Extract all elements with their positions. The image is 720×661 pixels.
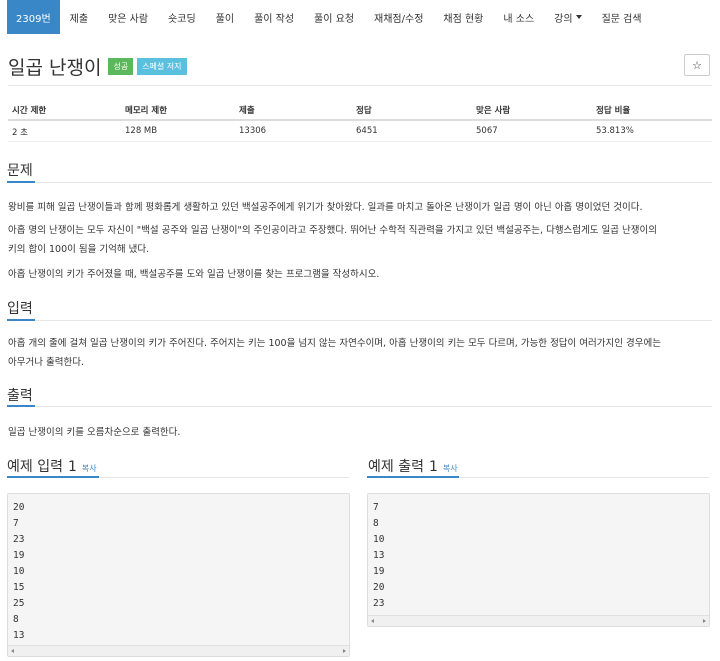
sample-output-box[interactable]: 7 8 10 13 19 20 23 bbox=[367, 493, 710, 627]
output-paragraph-1: 일곱 난쟁이의 키를 오름차순으로 출력한다. bbox=[8, 427, 181, 438]
output-heading-line bbox=[8, 406, 712, 407]
status-badge-special-judge: 스페셜 저지 bbox=[137, 58, 187, 75]
nav-tab-short-coding[interactable]: 숏코딩 bbox=[158, 0, 206, 34]
favorite-button[interactable]: ☆ bbox=[684, 54, 710, 76]
info-value-ratio: 53.813% bbox=[596, 126, 634, 136]
sample-output-scrollbar[interactable] bbox=[368, 615, 709, 626]
sample-output-line: 7 bbox=[373, 502, 379, 513]
chevron-down-icon bbox=[575, 15, 582, 19]
sample-input-heading: 예제 입력 1 복사 bbox=[7, 456, 97, 476]
nav-tab-solved-users[interactable]: 맞은 사람 bbox=[98, 0, 158, 34]
sample-input-line: 23 bbox=[13, 534, 25, 545]
nav-tab-lectures-dropdown[interactable]: 강의 bbox=[544, 0, 591, 34]
sample-input-number: 1 bbox=[67, 459, 77, 475]
problem-heading-line bbox=[8, 182, 712, 183]
problem-paragraph-2b: 키의 합이 100이 됨을 기억해 냈다. bbox=[8, 244, 150, 255]
info-header-accepted: 정답 bbox=[356, 106, 372, 116]
info-header-solved-users: 맞은 사람 bbox=[476, 106, 511, 116]
sample-output-line: 20 bbox=[373, 582, 385, 593]
sample-input-box[interactable]: 20 7 23 19 10 15 25 8 13 bbox=[7, 493, 350, 657]
sample-input-line: 20 bbox=[13, 502, 25, 513]
status-badge-success: 성공 bbox=[108, 58, 134, 75]
nav-tab-problem-number[interactable]: 2309번 bbox=[7, 0, 60, 34]
info-value-solved-users: 5067 bbox=[476, 126, 498, 136]
sample-output-line: 13 bbox=[373, 550, 385, 561]
sample-output-line: 19 bbox=[373, 566, 385, 577]
sample-output-title: 예제 출력 bbox=[368, 459, 424, 475]
scroll-left-icon[interactable] bbox=[11, 649, 14, 653]
info-header-time-limit: 시간 제한 bbox=[12, 106, 47, 116]
nav-tab-write-solution[interactable]: 풀이 작성 bbox=[244, 0, 304, 34]
sample-output-number: 1 bbox=[428, 459, 438, 475]
info-value-time-limit: 2 초 bbox=[12, 128, 28, 138]
problem-title-row: 일곱 난쟁이 성공 스페셜 저지 bbox=[8, 53, 187, 80]
sample-input-title: 예제 입력 bbox=[7, 459, 63, 475]
nav-tab-solutions[interactable]: 풀이 bbox=[206, 0, 244, 34]
sample-output-copy-link[interactable]: 복사 bbox=[443, 463, 458, 474]
nav-tab-rejudge[interactable]: 재채점/수정 bbox=[364, 0, 433, 34]
scroll-right-icon[interactable] bbox=[703, 619, 706, 623]
problem-heading-underline bbox=[7, 181, 35, 183]
input-paragraph-1a: 아홉 개의 줄에 걸쳐 일곱 난쟁이의 키가 주어진다. 주어지는 키는 100… bbox=[8, 338, 661, 349]
sample-input-line: 25 bbox=[13, 598, 25, 609]
nav-tab-request-solution[interactable]: 풀이 요청 bbox=[304, 0, 364, 34]
sample-input-heading-underline bbox=[7, 476, 99, 478]
input-heading-underline bbox=[7, 319, 35, 321]
sample-input-line: 10 bbox=[13, 566, 25, 577]
sample-output-line: 8 bbox=[373, 518, 379, 529]
nav-tab-my-source[interactable]: 내 소스 bbox=[493, 0, 544, 34]
sample-input-line: 19 bbox=[13, 550, 25, 561]
info-table-bottom-line bbox=[8, 141, 712, 142]
scroll-left-icon[interactable] bbox=[371, 619, 374, 623]
info-header-ratio: 정답 비율 bbox=[596, 106, 631, 116]
output-heading: 출력 bbox=[7, 388, 33, 404]
info-table-header-line bbox=[8, 119, 712, 121]
star-icon: ☆ bbox=[692, 58, 702, 72]
scroll-right-icon[interactable] bbox=[343, 649, 346, 653]
sample-output-line: 23 bbox=[373, 598, 385, 609]
nav-tab-question-search[interactable]: 질문 검색 bbox=[592, 0, 652, 34]
input-paragraph-1b: 아무거나 출력한다. bbox=[8, 357, 84, 368]
sample-input-line: 7 bbox=[13, 518, 19, 529]
sample-output-heading-underline bbox=[367, 476, 459, 478]
problem-nav-bar: 2309번 제출 맞은 사람 숏코딩 풀이 풀이 작성 풀이 요청 재채점/수정… bbox=[0, 0, 720, 34]
problem-paragraph-1: 왕비를 피해 일곱 난쟁이들과 함께 평화롭게 생활하고 있던 백설공주에게 위… bbox=[8, 202, 643, 213]
sample-input-line: 8 bbox=[13, 614, 19, 625]
sample-input-line: 13 bbox=[13, 630, 25, 641]
info-header-memory-limit: 메모리 제한 bbox=[125, 106, 168, 116]
problem-paragraph-3: 아홉 난쟁이의 키가 주어졌을 때, 백설공주를 도와 일곱 난쟁이를 찾는 프… bbox=[8, 269, 380, 280]
sample-output-heading: 예제 출력 1 복사 bbox=[368, 456, 458, 476]
info-header-submissions: 제출 bbox=[239, 106, 255, 116]
problem-heading: 문제 bbox=[7, 163, 33, 179]
info-value-memory-limit: 128 MB bbox=[125, 126, 158, 136]
nav-tab-status[interactable]: 채점 현황 bbox=[433, 0, 493, 34]
input-heading: 입력 bbox=[7, 301, 33, 317]
title-divider bbox=[8, 85, 712, 86]
nav-tab-submit[interactable]: 제출 bbox=[60, 0, 98, 34]
sample-input-scrollbar[interactable] bbox=[8, 645, 349, 656]
info-value-accepted: 6451 bbox=[356, 126, 378, 136]
input-heading-line bbox=[8, 320, 712, 321]
page-title: 일곱 난쟁이 bbox=[8, 57, 102, 79]
sample-output-line: 10 bbox=[373, 534, 385, 545]
problem-paragraph-2a: 아홉 명의 난쟁이는 모두 자신이 "백설 공주와 일곱 난쟁이"의 주인공이라… bbox=[8, 225, 657, 236]
sample-input-line: 15 bbox=[13, 582, 25, 593]
sample-input-copy-link[interactable]: 복사 bbox=[82, 463, 97, 474]
info-value-submissions: 13306 bbox=[239, 126, 267, 136]
nav-tab-lectures-label: 강의 bbox=[554, 13, 573, 25]
output-heading-underline bbox=[7, 405, 35, 407]
